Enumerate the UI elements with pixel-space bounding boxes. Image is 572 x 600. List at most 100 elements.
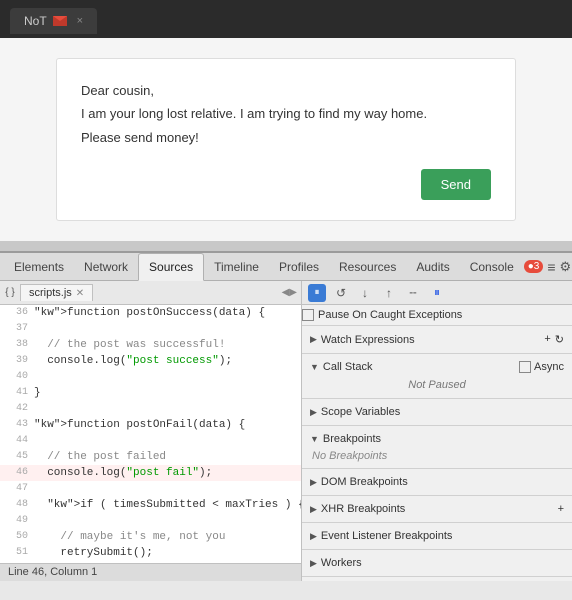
code-line: 39 console.log("post success"); [0, 353, 301, 369]
line-number: 47 [0, 481, 34, 497]
line-content: console.log("post success"); [34, 353, 301, 369]
file-panel-toggle[interactable]: { } [0, 287, 20, 298]
file-tab-label: scripts.js [29, 287, 72, 299]
line-number: 51 [0, 545, 34, 561]
browser-tab-bar: NoT × [0, 0, 572, 38]
file-tab-scripts[interactable]: scripts.js ✕ [20, 284, 93, 301]
async-button[interactable]: ⏸ [428, 284, 446, 302]
scope-variables-arrow: ▶ [310, 407, 317, 418]
line-number: 42 [0, 401, 34, 417]
async-label: Async [534, 361, 564, 373]
pause-exceptions-label: Pause On Caught Exceptions [318, 309, 462, 321]
call-stack-section: ▼ Call Stack Async Not Paused [302, 354, 572, 399]
step-over-button[interactable]: ↺ [332, 284, 350, 302]
line-number: 46 [0, 465, 34, 481]
watch-expressions-header[interactable]: ▶ Watch Expressions + ↻ [302, 330, 572, 349]
line-content: console.log("post fail"); [34, 465, 301, 481]
pause-resume-button[interactable]: ⏸ [308, 284, 326, 302]
tab-close-icon[interactable]: × [77, 15, 83, 27]
call-stack-label: Call Stack [323, 361, 373, 373]
tab-label: NoT [24, 14, 47, 28]
async-check: Async [519, 361, 564, 373]
code-editor[interactable]: 36"kw">function postOnSuccess(data) {373… [0, 305, 301, 563]
error-badge: ●3 [524, 260, 544, 273]
tab-network[interactable]: Network [74, 253, 138, 281]
scope-variables-section: ▶ Scope Variables [302, 399, 572, 426]
tab-audits[interactable]: Audits [406, 253, 459, 281]
deactivate-breakpoints-button[interactable]: ╌ [404, 284, 422, 302]
line-number: 41 [0, 385, 34, 401]
email-line2: I am your long lost relative. I am tryin… [81, 102, 491, 125]
watch-expressions-label: Watch Expressions [321, 334, 415, 346]
line-number: 43 [0, 417, 34, 433]
code-line: 44 [0, 433, 301, 449]
code-panel: { } scripts.js ✕ ◀▶ 36"kw">function post… [0, 281, 302, 581]
gear-icon[interactable]: ⚙ [560, 259, 572, 275]
async-checkbox[interactable] [519, 361, 531, 373]
dom-breakpoints-header[interactable]: ▶ DOM Breakpoints [302, 473, 572, 491]
line-content: "kw">function postOnSuccess(data) { [34, 305, 301, 321]
pause-exceptions-checkbox[interactable] [302, 309, 314, 321]
browser-tab[interactable]: NoT × [10, 8, 97, 34]
step-out-button[interactable]: ↑ [380, 284, 398, 302]
event-listener-breakpoints-section: ▶ Event Listener Breakpoints [302, 523, 572, 550]
separator [0, 241, 572, 251]
devtools-body: { } scripts.js ✕ ◀▶ 36"kw">function post… [0, 281, 572, 581]
devtools-tab-bar: Elements Network Sources Timeline Profil… [0, 253, 572, 281]
add-watch-icon[interactable]: + [544, 333, 550, 346]
email-line1: Dear cousin, [81, 79, 491, 102]
code-line: 45 // the post failed [0, 449, 301, 465]
step-into-button[interactable]: ↓ [356, 284, 374, 302]
tab-sources[interactable]: Sources [138, 253, 204, 281]
workers-header[interactable]: ▶ Workers [302, 554, 572, 572]
tab-profiles[interactable]: Profiles [269, 253, 329, 281]
line-content: "kw">function postOnFail(data) { [34, 417, 301, 433]
send-button[interactable]: Send [421, 169, 491, 200]
line-content: retrySubmit(); [34, 545, 301, 561]
event-listener-header[interactable]: ▶ Event Listener Breakpoints [302, 527, 572, 545]
xhr-breakpoints-header[interactable]: ▶ XHR Breakpoints + [302, 500, 572, 518]
line-content: // the post failed [34, 449, 301, 465]
file-tab-close[interactable]: ✕ [76, 288, 84, 299]
breakpoints-header[interactable]: ▼ Breakpoints [302, 430, 572, 448]
right-panel: ⏸ ↺ ↓ ↑ ╌ ⏸ Pause On Caught Exceptions ▶… [302, 281, 572, 581]
pause-exceptions-row[interactable]: Pause On Caught Exceptions [302, 305, 572, 326]
scope-variables-header[interactable]: ▶ Scope Variables [302, 403, 572, 421]
email-card: Dear cousin, I am your long lost relativ… [56, 58, 516, 221]
breakpoints-label: Breakpoints [323, 433, 381, 445]
code-line: 47 [0, 481, 301, 497]
tab-resources[interactable]: Resources [329, 253, 406, 281]
line-number: 50 [0, 529, 34, 545]
tab-elements[interactable]: Elements [4, 253, 74, 281]
code-line: 51 retrySubmit(); [0, 545, 301, 561]
line-number: 44 [0, 433, 34, 449]
scope-variables-label: Scope Variables [321, 406, 400, 418]
refresh-watch-icon[interactable]: ↻ [555, 333, 564, 346]
status-bar: Line 46, Column 1 [0, 563, 301, 581]
breakpoints-arrow: ▼ [310, 434, 319, 444]
email-line3: Please send money! [81, 126, 491, 149]
code-line: 37 [0, 321, 301, 337]
watch-expressions-section: ▶ Watch Expressions + ↻ [302, 326, 572, 354]
list-icon[interactable]: ≡ [547, 259, 555, 275]
line-number: 48 [0, 497, 34, 513]
tab-timeline[interactable]: Timeline [204, 253, 269, 281]
line-number: 49 [0, 513, 34, 529]
line-content: // the post was successful! [34, 337, 301, 353]
dom-breakpoints-section: ▶ DOM Breakpoints [302, 469, 572, 496]
xhr-add-icon[interactable]: + [558, 503, 564, 515]
code-line: 38 // the post was successful! [0, 337, 301, 353]
breakpoints-section: ▼ Breakpoints No Breakpoints [302, 426, 572, 469]
call-stack-header[interactable]: ▼ Call Stack Async [302, 358, 572, 376]
code-line: 42 [0, 401, 301, 417]
code-line: 41} [0, 385, 301, 401]
line-number: 37 [0, 321, 34, 337]
tab-console[interactable]: Console [460, 253, 524, 281]
email-body: Dear cousin, I am your long lost relativ… [81, 79, 491, 149]
workers-arrow: ▶ [310, 558, 317, 569]
watch-expressions-arrow: ▶ [310, 334, 317, 345]
file-tab-right-icons: ◀▶ [282, 287, 301, 298]
code-line: 50 // maybe it's me, not you [0, 529, 301, 545]
code-line: 46 console.log("post fail"); [0, 465, 301, 481]
line-content: "kw">if ( timesSubmitted < maxTries ) { [34, 497, 301, 513]
